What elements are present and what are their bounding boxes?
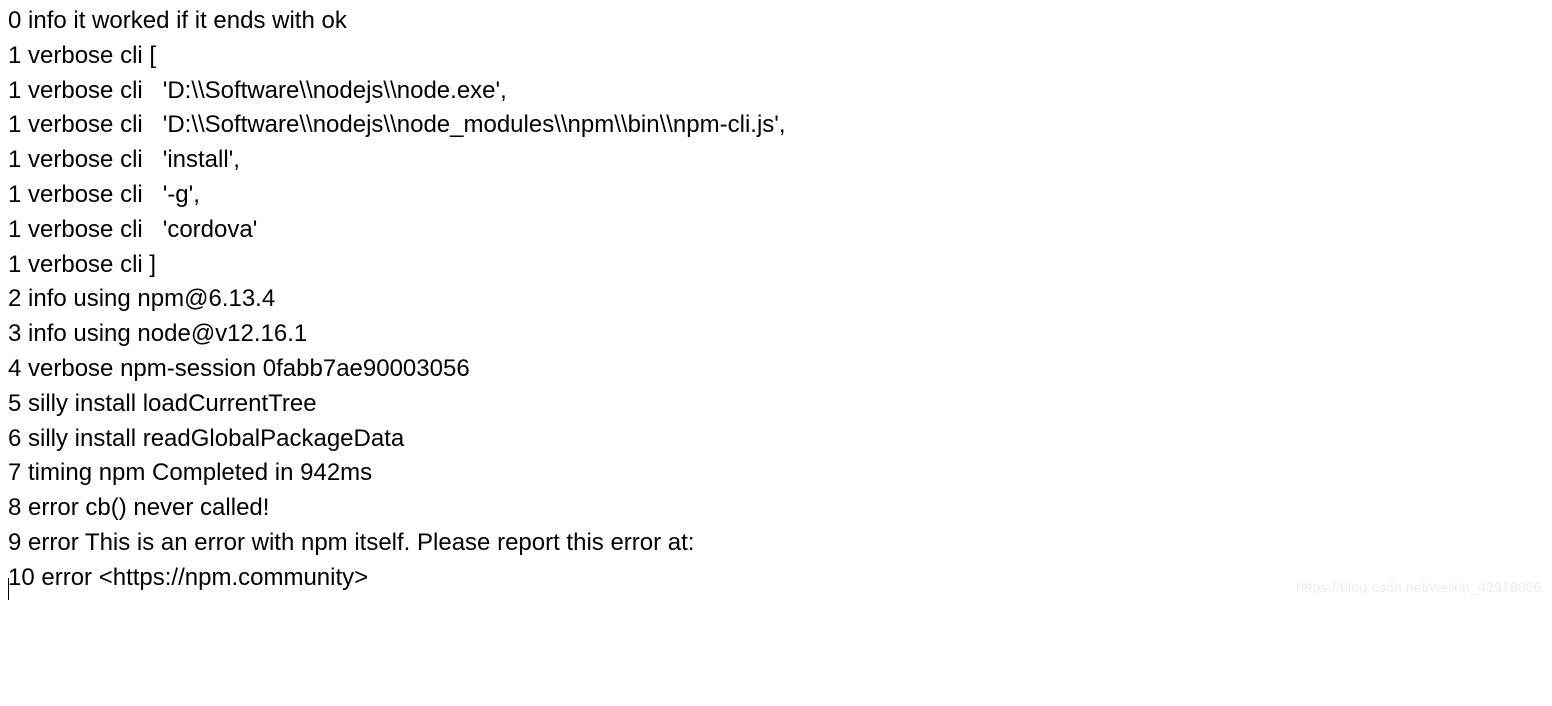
watermark-text: https://blog.csdn.net/weixin_43978056 [1296,577,1542,597]
log-line: 8 error cb() never called! [8,491,1544,526]
log-line: 3 info using node@v12.16.1 [8,317,1544,352]
log-line: 1 verbose cli [ [8,39,1544,74]
log-line: 1 verbose cli ] [8,248,1544,283]
log-line: 9 error This is an error with npm itself… [8,526,1544,561]
log-line: 4 verbose npm-session 0fabb7ae90003056 [8,352,1544,387]
log-line: 1 verbose cli 'cordova' [8,213,1544,248]
log-line: 2 info using npm@6.13.4 [8,282,1544,317]
log-line: 0 info it worked if it ends with ok [8,4,1544,39]
log-line: 7 timing npm Completed in 942ms [8,456,1544,491]
log-line: 1 verbose cli '-g', [8,178,1544,213]
log-line: 6 silly install readGlobalPackageData [8,422,1544,457]
log-line: 1 verbose cli 'D:\\Software\\nodejs\\nod… [8,108,1544,143]
log-line: 5 silly install loadCurrentTree [8,387,1544,422]
log-output: 0 info it worked if it ends with ok 1 ve… [8,4,1544,596]
text-cursor [8,578,9,600]
log-line: 1 verbose cli 'install', [8,143,1544,178]
log-line: 1 verbose cli 'D:\\Software\\nodejs\\nod… [8,74,1544,109]
